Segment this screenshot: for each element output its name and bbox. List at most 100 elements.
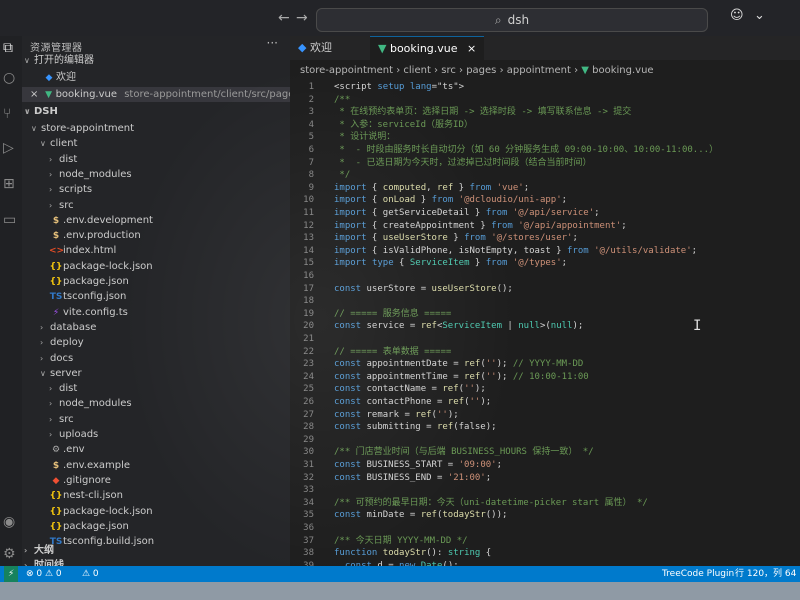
tree-item[interactable]: {}package-lock.json <box>22 259 290 274</box>
crumb-booking-vue[interactable]: booking.vue <box>592 65 653 76</box>
code-line[interactable]: 3 * 在线预约表单页：选择日期 -> 选择时段 -> 填写联系信息 -> 提交 <box>290 106 800 119</box>
open-editor-booking[interactable]: × ▼ booking.vue store-appointment/client/… <box>22 87 331 102</box>
code-line[interactable]: 22 // ===== 表单数据 ===== <box>290 346 800 359</box>
code-line[interactable]: 10 import { onLoad } from '@dcloudio/uni-… <box>290 194 800 207</box>
back-icon[interactable]: ← <box>278 10 290 26</box>
source-control-icon[interactable]: ⑂ <box>3 106 11 122</box>
code-line[interactable]: 35 const minDate = ref(todayStr()); <box>290 509 800 522</box>
code-line[interactable]: 18 <box>290 295 800 308</box>
tree-item[interactable]: › deploy <box>22 335 290 350</box>
crumb-client[interactable]: client <box>403 65 430 76</box>
tree-item[interactable]: › scripts <box>22 182 290 197</box>
gear-icon[interactable]: ⚙ <box>3 546 16 562</box>
tree-item[interactable]: <>index.html <box>22 243 290 258</box>
tree-item[interactable]: ∨ store-appointment <box>22 121 290 136</box>
code-line[interactable]: 9 import { computed, ref } from 'vue'; <box>290 182 800 195</box>
copilot-icon[interactable]: ☺ <box>730 8 744 23</box>
code-line[interactable]: 4 * 入参：serviceId（服务ID） <box>290 119 800 132</box>
code-line[interactable]: 27 const remark = ref(''); <box>290 409 800 422</box>
tree-item[interactable]: › node_modules <box>22 396 290 411</box>
crumb-src[interactable]: src <box>441 65 456 76</box>
remote-status-icon[interactable]: ⚡ <box>4 566 19 582</box>
more-actions-icon[interactable]: ··· <box>267 36 278 50</box>
code-line[interactable]: 28 const submitting = ref(false); <box>290 421 800 434</box>
code-line[interactable]: 1 <script setup lang="ts"> <box>290 81 800 94</box>
code-line[interactable]: 36 <box>290 522 800 535</box>
code-line[interactable]: 8 */ <box>290 169 800 182</box>
tab-welcome[interactable]: ◆ 欢迎 <box>290 36 370 60</box>
tree-item[interactable]: › dist <box>22 381 290 396</box>
tree-item[interactable]: › src <box>22 412 290 427</box>
code-line[interactable]: 6 * - 时段由服务时长自动切分（如 60 分钟服务生成 09:00-10:0… <box>290 144 800 157</box>
tree-item[interactable]: ∨ server <box>22 366 290 381</box>
workspace-root[interactable]: ∨ DSH <box>22 104 290 119</box>
code-line[interactable]: 34 /** 可预约的最早日期：今天（uni-datetime-picker st… <box>290 497 800 510</box>
code-line[interactable]: 5 * 设计说明： <box>290 131 800 144</box>
tree-item[interactable]: TStsconfig.json <box>22 289 290 304</box>
tree-item[interactable]: › database <box>22 320 290 335</box>
ports-status[interactable]: ⚠ 0 <box>82 566 99 582</box>
tree-item[interactable]: {}nest-cli.json <box>22 488 290 503</box>
run-debug-icon[interactable]: ▷ <box>3 140 14 156</box>
tree-item[interactable]: ∨ client <box>22 136 290 151</box>
code-line[interactable]: 21 <box>290 333 800 346</box>
remote-icon[interactable]: ▭ <box>3 212 16 228</box>
code-line[interactable]: 17 const userStore = useUserStore(); <box>290 283 800 296</box>
forward-icon[interactable]: → <box>296 10 308 26</box>
code-line[interactable]: 11 import { getServiceDetail } from '@/ap… <box>290 207 800 220</box>
code-line[interactable]: 19 // ===== 服务信息 ===== <box>290 308 800 321</box>
crumb-appointment[interactable]: appointment <box>507 65 571 76</box>
command-center-search[interactable]: ⌕ dsh <box>316 8 708 32</box>
chevron-down-icon[interactable]: ⌄ <box>754 8 765 23</box>
close-icon[interactable]: × <box>467 42 476 55</box>
plugin-status[interactable]: TreeCode Plugin <box>662 566 734 582</box>
code-line[interactable]: 16 <box>290 270 800 283</box>
tree-item[interactable]: › docs <box>22 351 290 366</box>
open-editors-header[interactable]: ∨ 打开的编辑器 <box>22 53 290 68</box>
line-number: 5 <box>308 132 314 143</box>
code-line[interactable]: 7 * - 已选日期为今天时，过滤掉已过时间段（结合当前时间） <box>290 157 800 170</box>
code-line[interactable]: 23 const appointmentDate = ref(''); // YY… <box>290 358 800 371</box>
tree-item[interactable]: ⚙ .env <box>22 442 290 457</box>
crumb-pages[interactable]: pages <box>466 65 496 76</box>
code-line[interactable]: 29 <box>290 434 800 447</box>
code-line[interactable]: 32 const BUSINESS_END = '21:00'; <box>290 472 800 485</box>
code-line[interactable]: 37 /** 今天日期 YYYY-MM-DD */ <box>290 535 800 548</box>
problems-status[interactable]: ⊗ 0 ⚠ 0 <box>26 566 62 582</box>
code-line[interactable]: 14 import { isValidPhone, isNotEmpty, toa… <box>290 245 800 258</box>
code-line[interactable]: 38 function todayStr(): string { <box>290 547 800 560</box>
tree-item[interactable]: $ .env.development <box>22 213 290 228</box>
tree-item[interactable]: $ .env.example <box>22 458 290 473</box>
files-icon[interactable]: ⧉ <box>3 40 13 56</box>
cursor-position[interactable]: 行 120，列 64 <box>735 566 796 582</box>
tab-booking-vue[interactable]: ▼ booking.vue × <box>370 36 484 61</box>
outline-section[interactable]: › 大纲 <box>22 543 290 558</box>
code-line[interactable]: 12 import { createAppointment } from '@/a… <box>290 220 800 233</box>
tree-item[interactable]: {}package-lock.json <box>22 504 290 519</box>
code-line[interactable]: 2 /** <box>290 94 800 107</box>
tree-item[interactable]: ⚡ vite.config.ts <box>22 305 290 320</box>
code-line[interactable]: 15 import type { ServiceItem } from '@/ty… <box>290 257 800 270</box>
tree-item[interactable]: {}package.json <box>22 519 290 534</box>
account-icon[interactable]: ◉ <box>3 514 15 530</box>
code-line[interactable]: 26 const contactPhone = ref(''); <box>290 396 800 409</box>
extensions-icon[interactable]: ⊞ <box>3 176 15 192</box>
search-icon[interactable]: ○ <box>3 70 15 86</box>
code-line[interactable]: 31 const BUSINESS_START = '09:00'; <box>290 459 800 472</box>
tree-item[interactable]: ◆ .gitignore <box>22 473 290 488</box>
crumb-store-appointment[interactable]: store-appointment <box>300 65 393 76</box>
code-line[interactable]: 25 const contactName = ref(''); <box>290 383 800 396</box>
tree-item[interactable]: › src <box>22 198 290 213</box>
tree-item[interactable]: › uploads <box>22 427 290 442</box>
code-line[interactable]: 30 /** 门店营业时间（与后端 BUSINESS_HOURS 保持一致） */ <box>290 446 800 459</box>
tree-item[interactable]: {}package.json <box>22 274 290 289</box>
code-line[interactable]: 24 const appointmentTime = ref(''); // 10… <box>290 371 800 384</box>
tree-item[interactable]: $ .env.production <box>22 228 290 243</box>
code-line[interactable]: 20 const service = ref<ServiceItem | null… <box>290 320 800 333</box>
open-editor-welcome[interactable]: ◆ 欢迎 <box>22 70 290 85</box>
tree-item[interactable]: › dist <box>22 152 290 167</box>
tree-item[interactable]: › node_modules <box>22 167 290 182</box>
close-icon[interactable]: × <box>30 89 38 100</box>
code-line[interactable]: 33 <box>290 484 800 497</box>
code-line[interactable]: 13 import { useUserStore } from '@/stores… <box>290 232 800 245</box>
